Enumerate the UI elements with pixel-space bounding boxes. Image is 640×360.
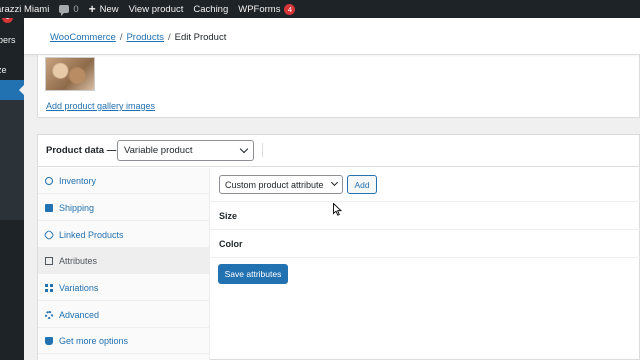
truck-icon: [45, 203, 53, 212]
tab-get-more-options[interactable]: Get more options: [38, 328, 210, 354]
breadcrumb-separator: /: [167, 32, 171, 43]
comments-count: 0: [73, 3, 79, 15]
menu-update-badge: 1: [2, 18, 13, 23]
tab-attributes[interactable]: Attributes: [38, 248, 210, 274]
tab-label: Get more options: [59, 335, 129, 346]
product-data-box: Product data — Variable product Inventor…: [37, 134, 640, 360]
tab-label: Shipping: [59, 202, 95, 213]
attribute-list-divider: [210, 257, 640, 258]
wpforms-label: WPForms: [238, 3, 281, 15]
attribute-type-value: Custom product attribute: [225, 180, 324, 190]
attribute-name: Size: [219, 210, 238, 221]
gear-icon: [45, 310, 53, 319]
product-type-select[interactable]: Variable product: [117, 140, 254, 161]
wrench-icon: [45, 176, 53, 185]
admin-menu: 1 bers ze: [0, 18, 24, 360]
attributes-panel: Custom product attribute Add Size Color …: [210, 168, 640, 360]
tab-linked-products[interactable]: Linked Products: [38, 222, 210, 248]
tab-label: Linked Products: [59, 229, 124, 240]
chevron-down-icon: [239, 144, 249, 154]
wpforms-badge: 4: [284, 3, 296, 15]
attribute-row-color[interactable]: Color: [210, 229, 640, 257]
list-icon: [45, 256, 53, 265]
product-data-title: Product data —: [46, 145, 117, 156]
caching-label: Caching: [193, 3, 229, 15]
tab-inventory[interactable]: Inventory: [38, 168, 210, 194]
comments-link[interactable]: 0: [54, 0, 83, 18]
breadcrumb-woocommerce-link[interactable]: WooCommerce: [50, 32, 116, 43]
breadcrumb-separator: /: [119, 32, 123, 43]
link-icon: [43, 228, 55, 241]
tab-label: Inventory: [59, 175, 97, 186]
tab-variations[interactable]: Variations: [38, 275, 210, 301]
add-gallery-images-link[interactable]: Add product gallery images: [46, 101, 155, 111]
admin-bar: arazzi Miami 0 + New View product Cachin…: [0, 0, 640, 18]
view-product-label: View product: [128, 3, 184, 15]
site-name-link[interactable]: arazzi Miami: [0, 0, 54, 18]
wpforms-link[interactable]: WPForms 4: [233, 0, 300, 18]
new-content-link[interactable]: + New: [84, 0, 124, 18]
product-data-header: Product data — Variable product: [38, 135, 640, 167]
tab-label: Variations: [59, 282, 99, 293]
tab-shipping[interactable]: Shipping: [38, 195, 210, 221]
caching-link[interactable]: Caching: [188, 0, 233, 18]
menu-active-arrow: [19, 85, 24, 95]
site-name-label: arazzi Miami: [0, 3, 50, 15]
add-attribute-button[interactable]: Add: [347, 175, 377, 194]
product-type-value: Variable product: [124, 145, 193, 156]
tab-advanced[interactable]: Advanced: [38, 302, 210, 328]
attribute-type-select[interactable]: Custom product attribute: [219, 175, 343, 194]
woocommerce-header: WooCommerce / Products / Edit Product: [24, 18, 640, 55]
plus-icon: +: [88, 2, 96, 16]
attribute-name: Color: [219, 238, 243, 249]
tab-label: Advanced: [59, 309, 100, 320]
tab-label: Attributes: [59, 255, 98, 266]
plug-icon: [45, 336, 53, 345]
view-product-link[interactable]: View product: [124, 0, 189, 18]
menu-item-members[interactable]: bers: [0, 35, 24, 45]
comment-bubble-icon: [59, 5, 70, 16]
gallery-thumbnail[interactable]: [45, 57, 95, 91]
chevron-down-icon: [330, 178, 339, 187]
menu-item-customize[interactable]: ze: [0, 65, 24, 75]
submenu-area: [0, 100, 24, 220]
product-gallery-box: Add product gallery images: [37, 48, 640, 118]
header-divider: [262, 143, 263, 157]
save-attributes-button[interactable]: Save attributes: [218, 264, 288, 284]
new-label: New: [99, 3, 119, 15]
grid-icon: [45, 283, 53, 292]
breadcrumb-current: Edit Product: [174, 32, 227, 43]
breadcrumb: WooCommerce / Products / Edit Product: [50, 32, 226, 43]
attribute-row-size[interactable]: Size: [210, 201, 640, 229]
breadcrumb-products-link[interactable]: Products: [126, 32, 164, 43]
product-data-tabs: Inventory Shipping Linked Products Attri…: [38, 168, 210, 360]
